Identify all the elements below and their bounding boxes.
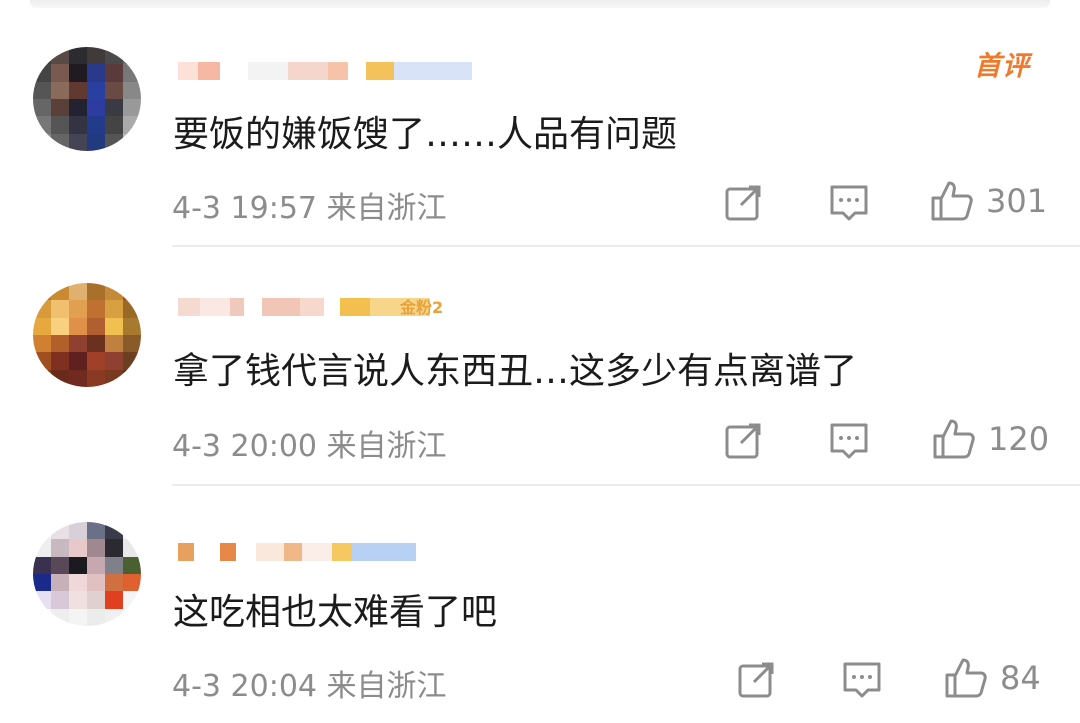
like-count: 120 bbox=[988, 420, 1050, 458]
previous-content-edge bbox=[30, 0, 1050, 8]
like-button[interactable]: 301 bbox=[930, 180, 1047, 222]
divider bbox=[172, 245, 1080, 247]
like-count: 84 bbox=[1000, 659, 1041, 697]
comment-icon bbox=[830, 423, 868, 459]
reply-button[interactable] bbox=[829, 184, 869, 222]
thumbs-up-icon bbox=[931, 181, 973, 221]
share-icon bbox=[725, 423, 761, 459]
share-button[interactable] bbox=[724, 422, 764, 460]
like-count: 301 bbox=[986, 182, 1048, 220]
reply-button[interactable] bbox=[829, 422, 869, 460]
share-button[interactable] bbox=[737, 661, 777, 699]
first-comment-tag: 首评 bbox=[974, 51, 1030, 82]
like-button[interactable]: 120 bbox=[932, 418, 1049, 460]
comment-meta: 4-3 19:57 来自浙江 bbox=[172, 183, 447, 227]
comment-icon bbox=[830, 185, 868, 221]
comment-location: 来自浙江 bbox=[326, 191, 447, 226]
comment-meta: 4-3 20:04 来自浙江 bbox=[172, 661, 447, 705]
thumbs-up-icon bbox=[945, 658, 987, 698]
username-blurred[interactable] bbox=[178, 60, 472, 82]
comment-text[interactable]: 这吃相也太难看了吧 bbox=[173, 583, 497, 635]
comment-location: 来自浙江 bbox=[326, 669, 447, 704]
comment-icon bbox=[843, 662, 881, 698]
share-icon bbox=[738, 662, 774, 698]
avatar[interactable] bbox=[33, 47, 141, 151]
comment-time: 4-3 20:00 bbox=[172, 429, 317, 464]
comment-meta: 4-3 20:00 来自浙江 bbox=[172, 421, 447, 465]
comment-text[interactable]: 拿了钱代言说人东西丑…这多少有点离谱了 bbox=[173, 342, 857, 394]
divider bbox=[172, 484, 1080, 486]
avatar[interactable] bbox=[33, 522, 141, 626]
share-button[interactable] bbox=[724, 184, 764, 222]
comment-time: 4-3 19:57 bbox=[172, 191, 317, 226]
comment-text[interactable]: 要饭的嫌饭馊了……人品有问题 bbox=[173, 105, 677, 157]
share-icon bbox=[725, 185, 761, 221]
thumbs-up-icon bbox=[933, 419, 975, 459]
fan-badge: 金粉2 bbox=[400, 298, 444, 317]
like-button[interactable]: 84 bbox=[944, 657, 1041, 699]
username-blurred[interactable] bbox=[178, 296, 430, 318]
comment-location: 来自浙江 bbox=[326, 429, 447, 464]
comment-time: 4-3 20:04 bbox=[172, 669, 317, 704]
reply-button[interactable] bbox=[842, 661, 882, 699]
avatar[interactable] bbox=[33, 283, 141, 387]
username-blurred[interactable] bbox=[178, 541, 416, 563]
